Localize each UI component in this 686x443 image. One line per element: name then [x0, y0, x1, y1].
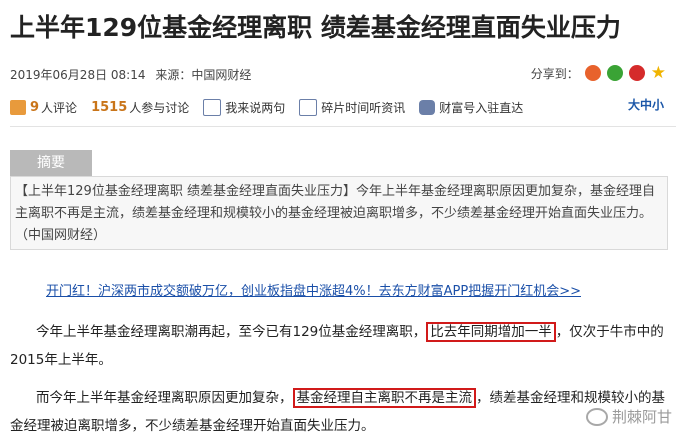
watermark-text: 荆棘阿甘 [611, 408, 672, 426]
sina-share-icon[interactable] [628, 65, 645, 81]
favorite-star-icon[interactable]: ★ [651, 63, 666, 83]
say-something-link[interactable]: 我来说两句 [203, 98, 286, 116]
wechat-watermark-icon [585, 407, 608, 426]
paragraph-2: 而今年上半年基金经理离职原因更加复杂， 基金经理自主离职不再是主流 ，绩差基金经理和… [10, 384, 674, 440]
fragment-news-link[interactable]: 碎片时间听资讯 [299, 98, 406, 116]
edit-icon [203, 98, 222, 116]
comments-label: 人评论 [41, 100, 78, 115]
participants-count: 1515 [91, 99, 128, 115]
caifu-label: 财富号入驻直达 [439, 100, 524, 115]
abstract-tab: 摘要 [10, 150, 92, 176]
comments-link[interactable]: 9 人评论 [10, 99, 77, 116]
comment-icon [10, 99, 26, 115]
screen-icon [299, 98, 318, 116]
caifu-link[interactable]: 财富号入驻直达 [419, 99, 523, 116]
wechat-share-icon[interactable] [606, 65, 623, 81]
paragraph-1: 今年上半年基金经理离职潮再起，至今已有129位基金经理离职， 比去年同期增加一半，… [10, 318, 674, 374]
comments-count: 9 [30, 99, 40, 115]
weibo-share-icon[interactable] [584, 65, 601, 81]
article-title: 上半年129位基金经理离职 绩差基金经理直面失业压力 [10, 13, 621, 42]
share-label: 分享到： [530, 66, 579, 81]
font-size-switch[interactable]: 大中小 [628, 96, 664, 113]
participants-label: 人参与讨论 [129, 100, 190, 115]
publish-datetime: 2019年06月28日 08:14 [10, 68, 146, 82]
fragment-label: 碎片时间听资讯 [321, 100, 406, 115]
article-toolbar: 9 人评论 1515 人参与讨论 我来说两句 碎片时间听资讯 财富号入驻直达 大… [10, 96, 676, 118]
header-divider [10, 126, 676, 127]
paragraph-2-text-a: 而今年上半年基金经理离职原因更加复杂， [36, 390, 293, 406]
article-source: 来源：中国网财经 [155, 68, 252, 82]
say-label: 我来说两句 [225, 100, 286, 115]
database-icon [419, 99, 436, 115]
watermark: 荆棘阿甘 [585, 406, 672, 427]
highlight-box-2: 基金经理自主离职不再是主流 [292, 388, 476, 408]
promo-link[interactable]: 开门红！沪深两市成交额破万亿，创业板指盘中涨超4%！去东方财富APP把握开门红机… [46, 280, 581, 299]
article-meta: 2019年06月28日 08:14 来源：中国网财经 [10, 66, 257, 83]
participants-link[interactable]: 1515 人参与讨论 [91, 99, 189, 116]
paragraph-1-text-a: 今年上半年基金经理离职潮再起，至今已有129位基金经理离职， [36, 324, 427, 340]
abstract-box: 【上半年129位基金经理离职 绩差基金经理直面失业压力】今年上半年基金经理离职原… [10, 176, 668, 250]
share-bar: 分享到： ★ [531, 63, 666, 83]
highlight-box-1: 比去年同期增加一半 [426, 322, 556, 342]
